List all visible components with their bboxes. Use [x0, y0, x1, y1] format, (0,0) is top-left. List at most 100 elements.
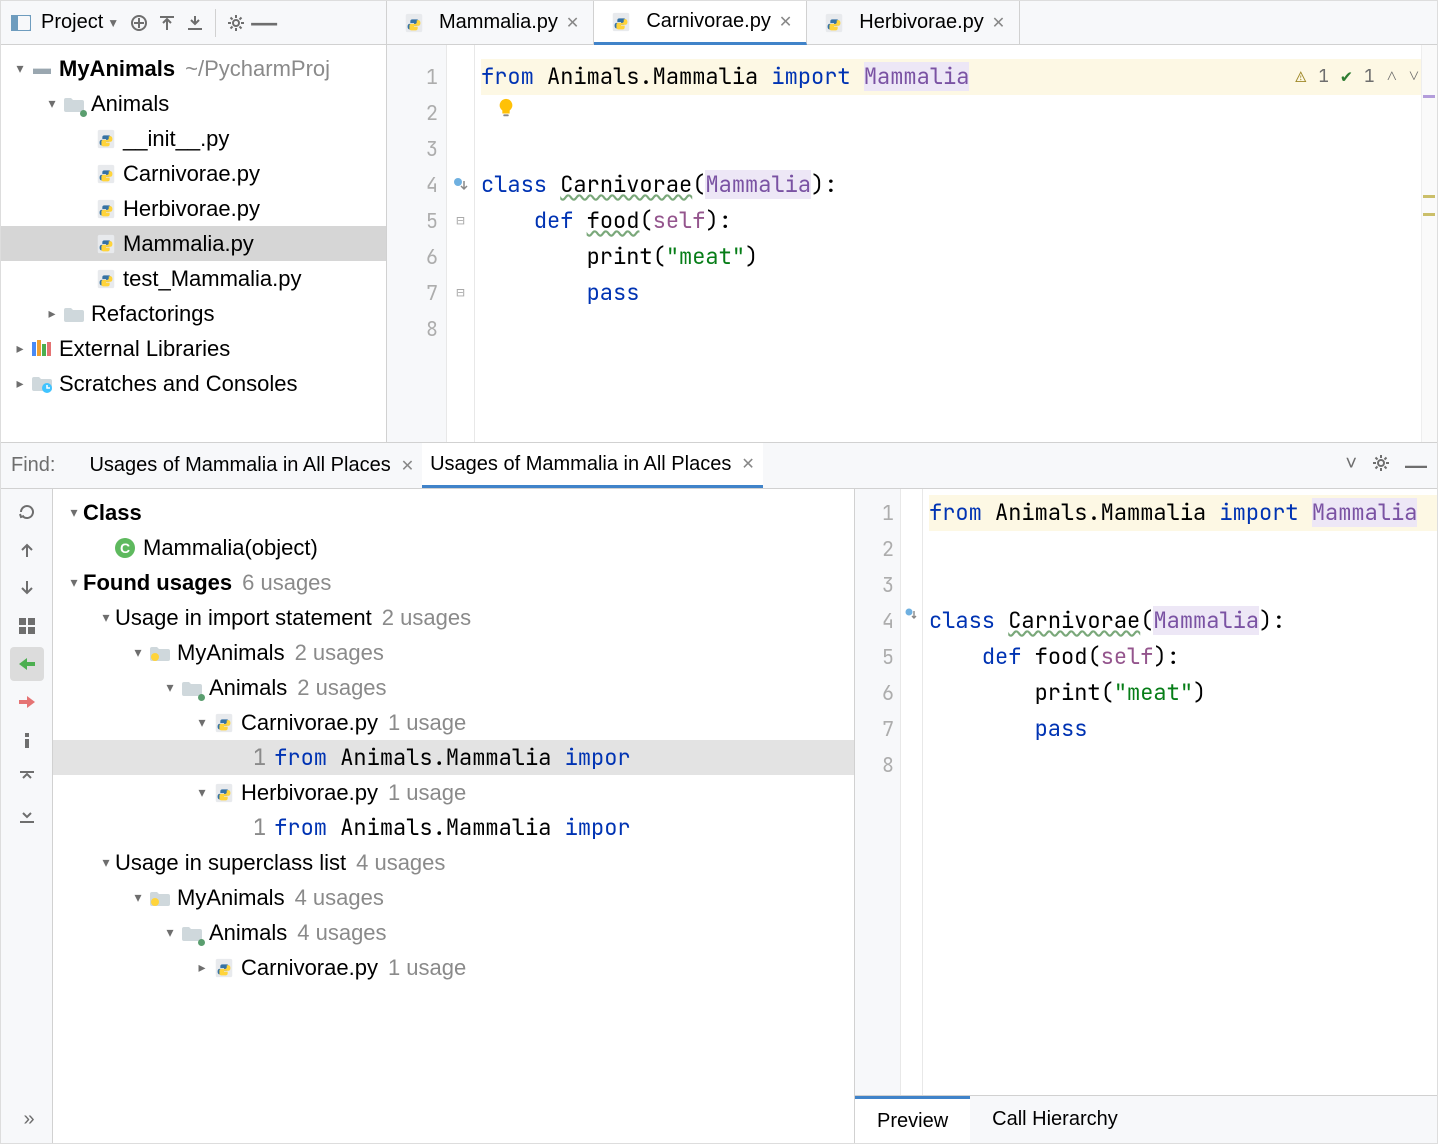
python-file-icon: [213, 782, 235, 804]
close-icon[interactable]: ✕: [779, 12, 792, 32]
code-content[interactable]: from Animals.Mammalia import Mammalia cl…: [475, 45, 1437, 442]
import-icon[interactable]: [10, 685, 44, 719]
tree-file-init[interactable]: __init__.py: [1, 121, 386, 156]
chevron-down-icon[interactable]: ▾: [193, 784, 211, 801]
project-view-icon: [9, 11, 33, 35]
results-dir[interactable]: ▾ Animals 2 usages: [53, 670, 854, 705]
editor-scrollbar[interactable]: [1421, 45, 1437, 442]
select-opened-file-icon[interactable]: [127, 11, 151, 35]
tree-root[interactable]: ▾ ▬ MyAnimals ~/PycharmProj: [1, 51, 386, 86]
group-by-icon[interactable]: [10, 609, 44, 643]
preview-gutter-icons: [901, 489, 923, 1095]
tab-herbivorae[interactable]: Herbivorae.py ✕: [807, 1, 1020, 44]
results-file-carn2[interactable]: ▸ Carnivorae.py 1 usage: [53, 950, 854, 985]
tab-carnivorae[interactable]: Carnivorae.py ✕: [594, 1, 807, 45]
inspections-widget[interactable]: ⚠1 ✔1 ˄ ˅: [1295, 59, 1419, 95]
override-marker-icon[interactable]: [901, 597, 922, 633]
collapse-all-icon[interactable]: [10, 799, 44, 833]
tree-file-carnivorae[interactable]: Carnivorae.py: [1, 156, 386, 191]
collapse-all-icon[interactable]: [183, 11, 207, 35]
rerun-icon[interactable]: [10, 495, 44, 529]
expand-all-icon[interactable]: [10, 761, 44, 795]
preview-tab-hierarchy[interactable]: Call Hierarchy: [970, 1096, 1140, 1143]
tree-file-test[interactable]: test_Mammalia.py: [1, 261, 386, 296]
tree-external-libraries[interactable]: ▸ External Libraries: [1, 331, 386, 366]
results-file-carn[interactable]: ▾ Carnivorae.py 1 usage: [53, 705, 854, 740]
chevron-right-icon[interactable]: ▸: [11, 375, 29, 392]
results-project[interactable]: ▾ MyAnimals 4 usages: [53, 880, 854, 915]
override-marker-icon[interactable]: [447, 167, 474, 203]
settings-icon[interactable]: [1371, 453, 1391, 479]
results-usage-line[interactable]: 1 from Animals.Mammalia impor: [53, 810, 854, 845]
settings-icon[interactable]: [224, 11, 248, 35]
preview-tab-preview[interactable]: Preview: [855, 1096, 970, 1143]
find-tab-label: Usages of Mammalia in All Places: [89, 454, 390, 477]
code-editor[interactable]: 12345678 ⊟⊟ from Animals.Mammalia import…: [387, 45, 1437, 442]
chevron-down-icon[interactable]: ▾: [193, 714, 211, 731]
expand-all-icon[interactable]: [155, 11, 179, 35]
results-dir[interactable]: ▾ Animals 4 usages: [53, 915, 854, 950]
tree-file-herbivorae[interactable]: Herbivorae.py: [1, 191, 386, 226]
project-tree[interactable]: ▾ ▬ MyAnimals ~/PycharmProj ▾ Animals __…: [1, 45, 386, 442]
chevron-down-icon[interactable]: ˅: [1345, 453, 1357, 479]
chevron-right-icon[interactable]: ▸: [11, 340, 29, 357]
project-view-selector[interactable]: Project ▼: [37, 11, 123, 34]
info-icon[interactable]: [10, 723, 44, 757]
chevron-down-icon[interactable]: ▾: [97, 854, 115, 871]
more-icon[interactable]: »: [12, 1102, 46, 1136]
preview-editor[interactable]: 12345678 from Animals.Mammalia import Ma…: [855, 489, 1437, 1095]
find-tab-1[interactable]: Usages of Mammalia in All Places ✕: [81, 443, 422, 488]
fold-icon[interactable]: ⊟: [447, 275, 474, 311]
close-icon[interactable]: ✕: [741, 454, 754, 474]
chevron-down-icon[interactable]: ▾: [97, 609, 115, 626]
python-file-icon: [823, 12, 845, 34]
results-found-header[interactable]: ▾ Found usages 6 usages: [53, 565, 854, 600]
file-label: test_Mammalia.py: [123, 266, 302, 292]
results-project[interactable]: ▾ MyAnimals 2 usages: [53, 635, 854, 670]
results-category-superclass[interactable]: ▾ Usage in superclass list 4 usages: [53, 845, 854, 880]
chevron-down-icon[interactable]: ▾: [161, 924, 179, 941]
tree-dir-animals[interactable]: ▾ Animals: [1, 86, 386, 121]
results-category-import[interactable]: ▾ Usage in import statement 2 usages: [53, 600, 854, 635]
close-icon[interactable]: ✕: [401, 456, 414, 476]
chevron-down-icon[interactable]: ▾: [129, 644, 147, 661]
python-file-icon: [403, 12, 425, 34]
chevron-right-icon[interactable]: ▸: [43, 305, 61, 322]
tree-dir-refactorings[interactable]: ▸ Refactorings: [1, 296, 386, 331]
package-icon: [63, 93, 85, 115]
close-icon[interactable]: ✕: [992, 13, 1005, 33]
dir-label: Refactorings: [91, 301, 215, 327]
close-icon[interactable]: ✕: [566, 13, 579, 33]
tab-mammalia[interactable]: Mammalia.py ✕: [387, 1, 594, 44]
chevron-up-icon[interactable]: ˄: [1387, 59, 1397, 95]
editor-tabs: Mammalia.py ✕ Carnivorae.py ✕ Herbivorae…: [387, 1, 1437, 45]
find-tab-2[interactable]: Usages of Mammalia in All Places ✕: [422, 443, 763, 488]
fold-icon[interactable]: ⊟: [447, 203, 474, 239]
prev-icon[interactable]: [10, 533, 44, 567]
tree-file-mammalia[interactable]: Mammalia.py: [1, 226, 386, 261]
results-class-item[interactable]: C Mammalia(object): [53, 530, 854, 565]
chevron-right-icon[interactable]: ▸: [193, 959, 211, 976]
intention-bulb-icon[interactable]: [495, 97, 517, 119]
chevron-down-icon[interactable]: ▾: [161, 679, 179, 696]
chevron-down-icon[interactable]: ▾: [65, 504, 83, 521]
chevron-down-icon[interactable]: ˅: [1409, 59, 1419, 95]
results-file-herb[interactable]: ▾ Herbivorae.py 1 usage: [53, 775, 854, 810]
preview-gutter: 12345678: [855, 489, 901, 1095]
python-file-icon: [95, 198, 117, 220]
chevron-down-icon[interactable]: ▾: [129, 889, 147, 906]
results-usage-line[interactable]: 1 from Animals.Mammalia impor: [53, 740, 854, 775]
preview-code[interactable]: from Animals.Mammalia import Mammalia cl…: [923, 489, 1437, 1095]
find-header: Find: Usages of Mammalia in All Places ✕…: [1, 443, 1437, 489]
chevron-down-icon[interactable]: ▾: [65, 574, 83, 591]
next-icon[interactable]: [10, 571, 44, 605]
export-icon[interactable]: [10, 647, 44, 681]
hide-icon[interactable]: —: [252, 11, 276, 35]
scratches-label: Scratches and Consoles: [59, 371, 297, 397]
chevron-down-icon[interactable]: ▾: [11, 60, 29, 77]
find-results-tree[interactable]: ▾ Class C Mammalia(object) ▾ Found usage…: [53, 489, 855, 1143]
chevron-down-icon[interactable]: ▾: [43, 95, 61, 112]
results-class-header[interactable]: ▾ Class: [53, 495, 854, 530]
tree-scratches[interactable]: ▸ Scratches and Consoles: [1, 366, 386, 401]
hide-icon[interactable]: —: [1405, 453, 1427, 479]
